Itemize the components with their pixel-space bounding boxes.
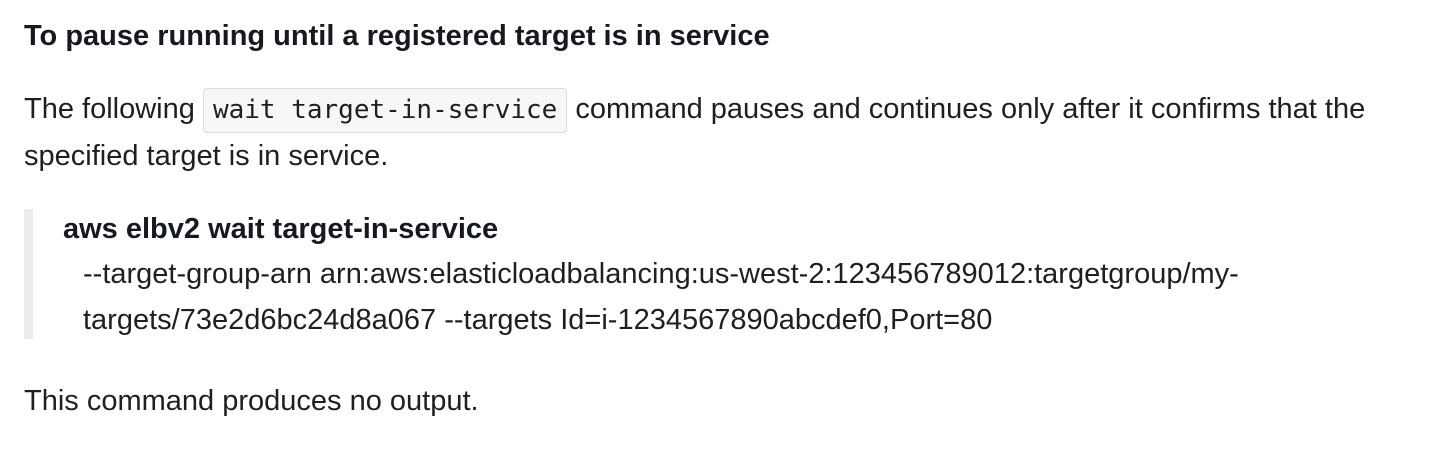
command-name: aws elbv2 wait target-in-service [63, 213, 499, 245]
documentation-section: To pause running until a registered targ… [0, 0, 1454, 454]
intro-text-before: The following [24, 93, 203, 125]
inline-code: wait target-in-service [202, 88, 568, 133]
command-example-block: aws elbv2 wait target-in-service --targe… [24, 209, 1384, 339]
output-note: This command produces no output. [24, 385, 479, 417]
intro-paragraph: The following wait target-in-service com… [24, 86, 1434, 180]
command-arguments: --target-group-arn arn:aws:elasticloadba… [83, 251, 1323, 343]
section-heading: To pause running until a registered targ… [24, 20, 770, 52]
command-args-line: targets/73e2d6bc24d8a067 --targets Id=i-… [83, 304, 993, 336]
command-args-line: --target-group-arn arn:aws:elasticloadba… [83, 258, 1239, 290]
